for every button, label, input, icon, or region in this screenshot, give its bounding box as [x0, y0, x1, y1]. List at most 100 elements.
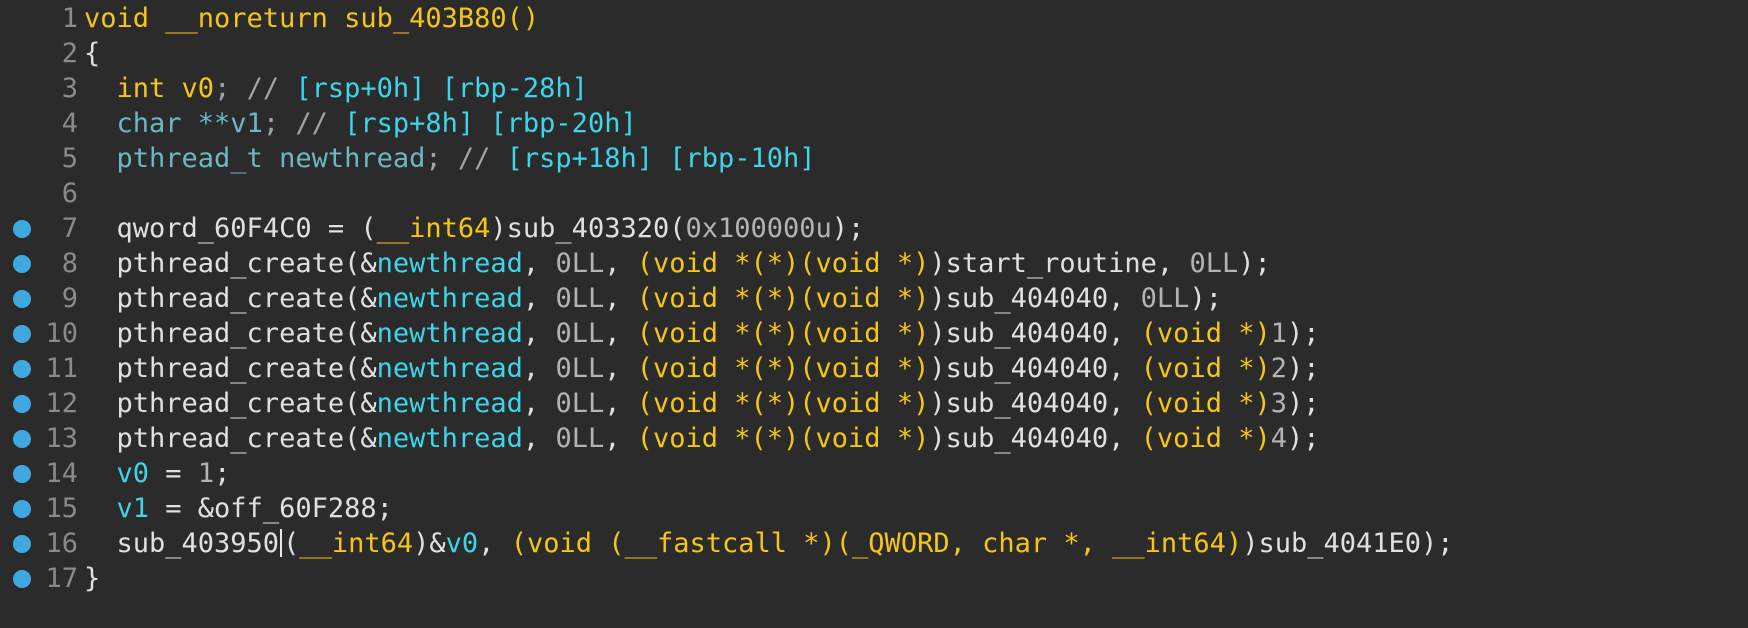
code-text[interactable]: pthread_create(&newthread, 0LL, (void *(… [84, 246, 1271, 281]
line-gutter[interactable]: 10 [0, 316, 82, 351]
code-token-keyword: (void *(*)(void *) [636, 353, 930, 384]
code-text[interactable]: char **v1; // [rsp+8h] [rbp-20h] [84, 106, 637, 141]
code-text[interactable]: pthread_create(&newthread, 0LL, (void *(… [84, 421, 1320, 456]
line-gutter[interactable]: 16 [0, 526, 82, 561]
code-token-default [84, 493, 117, 524]
code-text[interactable]: pthread_create(&newthread, 0LL, (void *(… [84, 351, 1320, 386]
line-gutter[interactable]: 1 [0, 1, 82, 36]
code-token-default: ); [1286, 353, 1320, 384]
code-line[interactable]: 13 pthread_create(&newthread, 0LL, (void… [0, 421, 1748, 456]
code-line[interactable]: 9 pthread_create(&newthread, 0LL, (void … [0, 281, 1748, 316]
line-gutter[interactable]: 17 [0, 561, 82, 596]
code-token-default: , [604, 423, 637, 454]
code-text[interactable]: { [84, 36, 100, 71]
code-token-default: ); [831, 213, 865, 244]
line-gutter[interactable]: 3 [0, 71, 82, 106]
code-line[interactable]: 4 char **v1; // [rsp+8h] [rbp-20h] [0, 106, 1748, 141]
code-token-keyword: int [116, 73, 182, 104]
code-token-default: ); [1286, 318, 1320, 349]
code-line[interactable]: 5 pthread_t newthread; // [rsp+18h] [rbp… [0, 141, 1748, 176]
code-token-keyword: (void *(*)(void *) [636, 318, 930, 349]
code-token-default [84, 143, 117, 174]
code-line[interactable]: 12 pthread_create(&newthread, 0LL, (void… [0, 386, 1748, 421]
code-token-number: 0x100000u [685, 213, 832, 244]
breakpoint-dot-icon[interactable] [13, 535, 31, 553]
code-token-default: = [149, 458, 198, 489]
line-gutter[interactable]: 14 [0, 456, 82, 491]
breakpoint-dot-icon[interactable] [13, 360, 31, 378]
pseudocode-view[interactable]: 1 void __noreturn sub_403B80() 2{3 int v0;… [0, 0, 1748, 628]
code-token-default: )sub_403320( [490, 213, 686, 244]
code-text[interactable]: pthread_create(&newthread, 0LL, (void *(… [84, 281, 1222, 316]
code-token-number: 1 [197, 458, 215, 489]
code-token-comment-reg: [rsp+0h] [rbp-28h] [295, 73, 588, 104]
code-line[interactable]: 16 sub_403950 (__int64)&v0, (void (__fast… [0, 526, 1748, 561]
code-token-number: 0LL [555, 423, 605, 454]
code-line[interactable]: 7 qword_60F4C0 = (__int64)sub_403320(0x1… [0, 211, 1748, 246]
line-gutter[interactable]: 11 [0, 351, 82, 386]
code-text[interactable]: void __noreturn sub_403B80() [84, 1, 539, 36]
code-text[interactable]: } [84, 561, 100, 596]
breakpoint-dot-icon[interactable] [13, 395, 31, 413]
code-text[interactable]: pthread_create(&newthread, 0LL, (void *(… [84, 386, 1320, 421]
code-line[interactable]: 17} [0, 561, 1748, 596]
code-text[interactable]: pthread_t newthread; // [rsp+18h] [rbp-1… [84, 141, 816, 176]
breakpoint-dot-icon[interactable] [13, 290, 31, 308]
code-line[interactable]: 14 v0 = 1; [0, 456, 1748, 491]
line-gutter[interactable]: 2 [0, 36, 82, 71]
code-line[interactable]: 11 pthread_create(&newthread, 0LL, (void… [0, 351, 1748, 386]
code-text[interactable]: sub_403950 (__int64)&v0, (void (__fastcal… [84, 526, 1454, 561]
code-token-keyword: (void (__fastcall *)(_QWORD, char *, __i… [510, 528, 1243, 559]
code-token-number: 1 [1270, 318, 1287, 349]
code-token-default [84, 108, 117, 139]
code-token-default: pthread_create(& [84, 388, 377, 419]
code-line[interactable]: 10 pthread_create(&newthread, 0LL, (void… [0, 316, 1748, 351]
code-text[interactable]: v0 = 1; [84, 456, 231, 491]
line-gutter[interactable]: 12 [0, 386, 82, 421]
breakpoint-dot-icon[interactable] [13, 430, 31, 448]
line-gutter[interactable]: 9 [0, 281, 82, 316]
code-text[interactable]: qword_60F4C0 = (__int64)sub_403320(0x100… [84, 211, 865, 246]
breakpoint-dot-icon[interactable] [13, 465, 31, 483]
code-token-keyword: (void *) [1140, 318, 1271, 349]
code-token-default: pthread_create(& [84, 248, 377, 279]
code-token-local: newthread [376, 423, 523, 454]
code-token-default: , [522, 353, 556, 384]
line-number: 5 [61, 143, 78, 174]
line-gutter[interactable]: 5 [0, 141, 82, 176]
code-text[interactable]: pthread_create(&newthread, 0LL, (void *(… [84, 316, 1320, 351]
breakpoint-dot-icon[interactable] [13, 255, 31, 273]
line-number: 17 [45, 563, 78, 594]
text-cursor [280, 529, 283, 557]
line-gutter[interactable]: 6 [0, 176, 82, 211]
breakpoint-dot-icon[interactable] [13, 325, 31, 343]
code-line[interactable]: 6 [0, 176, 1748, 211]
code-token-local: newthread [376, 248, 523, 279]
code-line[interactable]: 3 int v0; // [rsp+0h] [rbp-28h] [0, 71, 1748, 106]
code-token-default: { [84, 38, 101, 69]
code-line[interactable]: 1 void __noreturn sub_403B80() [0, 1, 1748, 36]
line-number: 10 [45, 318, 78, 349]
code-token-default: ); [1286, 388, 1320, 419]
breakpoint-dot-icon[interactable] [13, 570, 31, 588]
line-gutter[interactable]: 4 [0, 106, 82, 141]
code-token-local: newthread [376, 388, 523, 419]
code-token-number: 0LL [555, 318, 605, 349]
line-gutter[interactable]: 7 [0, 211, 82, 246]
code-line[interactable]: 2{ [0, 36, 1748, 71]
code-line[interactable]: 15 v1 = &off_60F288; [0, 491, 1748, 526]
line-number: 7 [61, 213, 78, 244]
code-line[interactable]: 8 pthread_create(&newthread, 0LL, (void … [0, 246, 1748, 281]
code-token-default: , [522, 423, 556, 454]
code-text[interactable]: int v0; // [rsp+0h] [rbp-28h] [84, 71, 588, 106]
line-gutter[interactable]: 13 [0, 421, 82, 456]
breakpoint-dot-icon[interactable] [13, 220, 31, 238]
code-token-keyword: __int64 [376, 213, 491, 244]
code-token-comment: ; // [214, 73, 296, 104]
breakpoint-dot-icon[interactable] [13, 500, 31, 518]
line-gutter[interactable]: 8 [0, 246, 82, 281]
line-number: 14 [45, 458, 78, 489]
code-text[interactable]: v1 = &off_60F288; [84, 491, 393, 526]
line-number: 16 [45, 528, 78, 559]
line-gutter[interactable]: 15 [0, 491, 82, 526]
